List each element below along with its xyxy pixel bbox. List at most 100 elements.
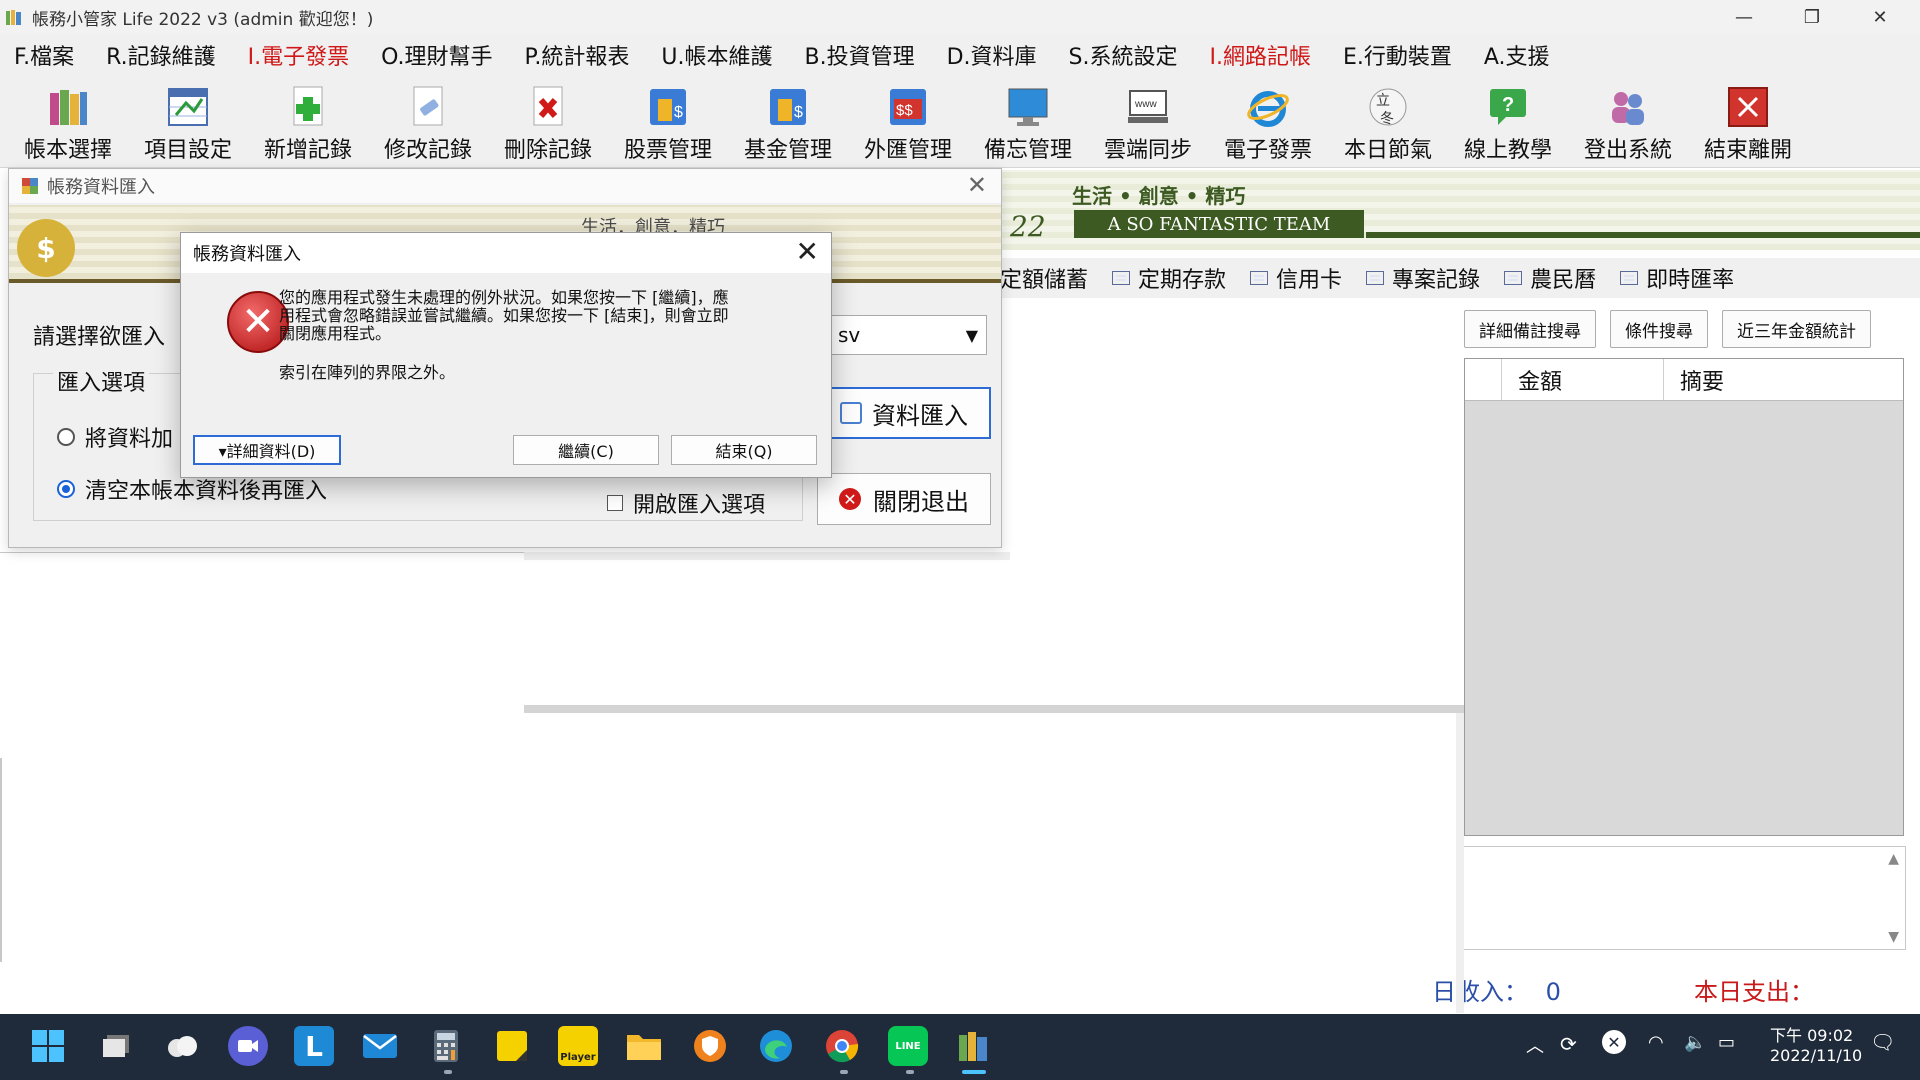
menu-item[interactable]: S.系統設定: [1069, 39, 1178, 71]
minimize-button[interactable]: —: [1714, 0, 1774, 34]
search-button[interactable]: 詳細備註搜尋: [1464, 310, 1596, 348]
tab-list-icon: [1504, 271, 1523, 285]
tray-time[interactable]: 下午 09:02: [1770, 1022, 1853, 1046]
teams-chat-button[interactable]: [228, 1026, 268, 1066]
volume-icon[interactable]: 🔈: [1684, 1032, 1706, 1053]
menu-item[interactable]: U.帳本維護: [661, 39, 772, 71]
feature-tab[interactable]: 農民曆: [1504, 262, 1596, 294]
minimize-icon: —: [1735, 6, 1753, 28]
menu-item[interactable]: R.記錄維護: [106, 39, 216, 71]
details-button[interactable]: ▾詳細資料(D): [193, 435, 341, 465]
menu-item[interactable]: I.網路記帳: [1209, 39, 1310, 71]
account-app-active-indicator: [962, 1070, 986, 1074]
toolbar-button[interactable]: 立冬本日節氣: [1328, 76, 1448, 166]
edge-button[interactable]: [756, 1026, 796, 1066]
vpn-button[interactable]: [690, 1026, 730, 1066]
start-button[interactable]: [28, 1026, 68, 1066]
toolbar-button[interactable]: $$ 外匯管理: [848, 76, 968, 166]
task-view-button[interactable]: [96, 1026, 136, 1066]
toolbar-button[interactable]: www 雲端同步: [1088, 76, 1208, 166]
import-dialog-close-icon[interactable]: ✕: [967, 171, 987, 199]
radio-append[interactable]: 將資料加: [57, 421, 173, 453]
toolbar-button[interactable]: 帳本選擇: [8, 76, 128, 166]
player-button[interactable]: Player: [558, 1026, 598, 1066]
edit-record-icon: [405, 84, 451, 130]
maximize-button[interactable]: ❐: [1782, 0, 1842, 34]
menu-item[interactable]: F.檔案: [14, 39, 74, 71]
feature-tab-label: 定期存款: [1138, 268, 1227, 293]
notification-icon[interactable]: 🗨: [1870, 1030, 1895, 1054]
feature-tab[interactable]: 定期存款: [1112, 262, 1226, 294]
error-message-line: 用程式會忽略錯誤並嘗試繼續。如果您按一下 [結束]，則會立即: [279, 306, 729, 325]
toolbar-button-label: 股票管理: [623, 138, 712, 163]
close-exit-button[interactable]: ✕ 關閉退出: [817, 473, 991, 525]
calculator-button[interactable]: [426, 1026, 466, 1066]
error-dialog-close-icon[interactable]: ✕: [796, 235, 819, 268]
toolbar-button[interactable]: 結束離開: [1688, 76, 1808, 166]
windows-icon: [32, 1030, 64, 1062]
separator-strip: [1456, 713, 1464, 1013]
menu-item[interactable]: D.資料庫: [947, 39, 1037, 71]
fund-icon: $: [765, 84, 811, 130]
menu-item[interactable]: O.理財幫手: [381, 39, 492, 71]
toolbar-button[interactable]: 修改記錄: [368, 76, 488, 166]
file-explorer-button[interactable]: [624, 1026, 664, 1066]
toolbar-button[interactable]: $ 股票管理: [608, 76, 728, 166]
feature-tab[interactable]: 即時匯率: [1620, 262, 1734, 294]
menu-item[interactable]: P.統計報表: [525, 39, 630, 71]
toolbar-button[interactable]: 刪除記錄: [488, 76, 608, 166]
battery-icon[interactable]: ▭: [1718, 1032, 1735, 1053]
feature-tab[interactable]: 定額儲蓄: [1000, 262, 1088, 294]
svg-text:立: 立: [1376, 93, 1390, 109]
menu-item[interactable]: E.行動裝置: [1343, 39, 1452, 71]
tab-list-icon: [1620, 271, 1639, 285]
scroll-up-icon[interactable]: ▲: [1888, 851, 1899, 867]
toolbar-button[interactable]: 電子發票: [1208, 76, 1328, 166]
menu-item[interactable]: A.支援: [1484, 39, 1550, 71]
toolbar-button[interactable]: 登出系統: [1568, 76, 1688, 166]
feature-tab[interactable]: 信用卡: [1250, 262, 1342, 294]
line-button[interactable]: LINE: [888, 1026, 928, 1066]
menu-item[interactable]: I.電子發票: [248, 39, 349, 71]
quit-button[interactable]: 結束(Q): [671, 435, 817, 465]
grid-header-summary[interactable]: 摘要: [1663, 359, 1903, 400]
toolbar-button[interactable]: 新增記錄: [248, 76, 368, 166]
monitor-icon: [1005, 84, 1051, 130]
banner-year: 22: [1010, 210, 1046, 243]
toolbar-button-label: 新增記錄: [263, 138, 352, 163]
tray-date[interactable]: 2022/11/10: [1770, 1046, 1862, 1065]
separator-strip: [524, 552, 1010, 560]
menu-item[interactable]: B.投資管理: [804, 39, 914, 71]
search-button[interactable]: 條件搜尋: [1610, 310, 1708, 348]
grid-header-amount[interactable]: 金額: [1501, 359, 1663, 400]
tray-overflow-icon[interactable]: ︿: [1526, 1032, 1544, 1058]
mail-button[interactable]: [360, 1026, 400, 1066]
toolbar-button[interactable]: 項目設定: [128, 76, 248, 166]
l-app-button[interactable]: L: [294, 1026, 334, 1066]
account-app-button[interactable]: [954, 1026, 994, 1066]
player-icon: Player: [560, 1052, 596, 1063]
import-data-button[interactable]: 資料匯入: [817, 387, 991, 439]
sticky-notes-button[interactable]: [492, 1026, 532, 1066]
delete-record-icon: [525, 84, 571, 130]
widgets-button[interactable]: [162, 1026, 202, 1066]
toolbar-button[interactable]: ? 線上教學: [1448, 76, 1568, 166]
search-button[interactable]: 近三年金額統計: [1722, 310, 1871, 348]
scroll-down-icon[interactable]: ▼: [1888, 929, 1899, 945]
memo-box[interactable]: ▲ ▼: [1456, 846, 1906, 950]
close-window-button[interactable]: ✕: [1850, 0, 1910, 34]
separator-strip: [524, 705, 1464, 713]
feature-tab[interactable]: 專案記錄: [1366, 262, 1480, 294]
toolbar-button[interactable]: $ 基金管理: [728, 76, 848, 166]
feature-tabs: 定額儲蓄 定期存款 信用卡 專案記錄 農民曆 即時匯率: [1000, 258, 1920, 298]
wifi-icon[interactable]: ◠: [1648, 1032, 1664, 1053]
error-message-line: 關閉應用程式。: [279, 324, 392, 343]
chrome-button[interactable]: [822, 1026, 862, 1066]
toolbar-button[interactable]: 備忘管理: [968, 76, 1088, 166]
continue-button[interactable]: 繼續(C): [513, 435, 659, 465]
sync-icon[interactable]: ⟳: [1560, 1032, 1577, 1056]
import-dialog-title: 帳務資料匯入: [9, 169, 1001, 203]
feature-tab-label: 專案記錄: [1392, 268, 1481, 293]
open-options-checkbox[interactable]: 開啟匯入選項: [607, 487, 765, 519]
x-app-icon[interactable]: ✕: [1602, 1030, 1626, 1054]
